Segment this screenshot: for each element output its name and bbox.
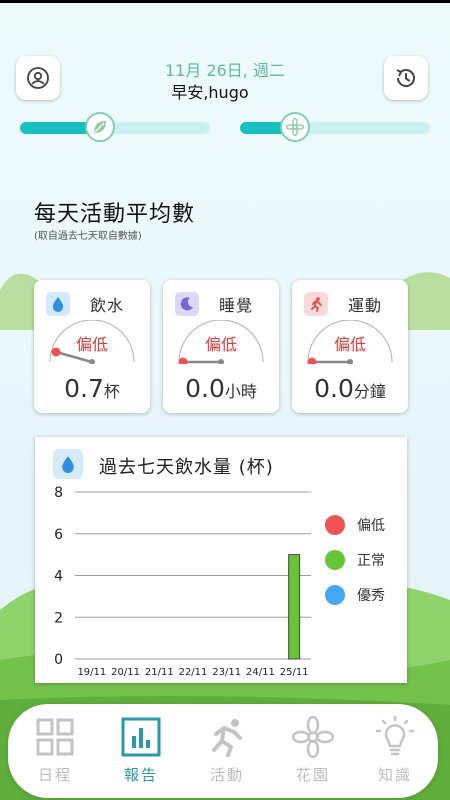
tab-label: 活動 xyxy=(209,766,244,784)
x-tick-label: 23/11 xyxy=(212,667,241,678)
tab-activity[interactable]: 活動 xyxy=(184,704,270,798)
y-tick-label: 0 xyxy=(54,652,63,668)
flower-progress-bar xyxy=(240,112,430,142)
tab-schedule[interactable]: 日程 xyxy=(12,704,98,798)
legend-dot xyxy=(325,550,345,570)
tab-knowledge[interactable]: 知識 xyxy=(352,704,438,798)
flower-icon xyxy=(285,117,305,137)
date-label: 11月 26日, 週二 xyxy=(165,61,285,80)
tab-label: 花園 xyxy=(295,766,330,784)
legend-item-excellent: 優秀 xyxy=(325,585,385,605)
leaf-progress-knob xyxy=(84,112,115,142)
legend-dot xyxy=(325,515,345,535)
section-title: 每天活動平均數 xyxy=(34,202,196,227)
stat-level: 偏低 xyxy=(204,335,237,354)
x-tick-label: 20/11 xyxy=(111,667,140,678)
tab-garden[interactable]: 花園 xyxy=(270,704,356,798)
stat-name: 運動 xyxy=(348,296,383,315)
legend-label: 偏低 xyxy=(357,518,385,534)
bar xyxy=(288,554,301,660)
section-subtitle: (取自過去七天取自數據) xyxy=(34,231,142,242)
grid-icon xyxy=(36,718,74,756)
legend-label: 優秀 xyxy=(357,588,385,604)
stat-name: 飲水 xyxy=(90,296,125,315)
tab-label: 日程 xyxy=(37,766,72,784)
runner-icon xyxy=(304,292,328,316)
leaf-icon xyxy=(93,121,106,133)
exercise-stat-card[interactable]: 運動 偏低 0.0分鐘 xyxy=(292,280,408,413)
x-tick-label: 24/11 xyxy=(246,667,275,678)
x-tick-label: 21/11 xyxy=(145,667,174,678)
x-tick-label: 22/11 xyxy=(179,667,208,678)
bottom-tab-bar: 日程 報告 活動 花園 知識 xyxy=(8,704,438,798)
stat-level: 偏低 xyxy=(333,335,366,354)
greeting-label: 早安,hugo xyxy=(171,83,249,102)
water-stat-card[interactable]: 飲水 偏低 0.7杯 xyxy=(34,280,150,413)
lightbulb-icon xyxy=(375,716,415,756)
legend-item-normal: 正常 xyxy=(325,550,385,570)
x-tick-label: 25/11 xyxy=(280,667,309,678)
runner-icon xyxy=(212,719,242,757)
leaf-progress-bar xyxy=(20,112,210,142)
tab-label: 知識 xyxy=(377,766,412,784)
stat-value: 0.0小時 xyxy=(185,374,257,403)
flower-icon xyxy=(292,716,334,758)
y-tick-label: 4 xyxy=(54,569,63,585)
moon-icon xyxy=(175,292,199,316)
sleep-stat-card[interactable]: 睡覺 偏低 0.0小時 xyxy=(163,280,279,413)
tab-report[interactable]: 報告 xyxy=(98,704,184,798)
tab-label: 報告 xyxy=(123,766,158,784)
stat-value: 0.0分鐘 xyxy=(314,374,386,403)
legend-item-low: 偏低 xyxy=(325,515,385,535)
bar-chart-icon xyxy=(121,717,161,757)
legend-label: 正常 xyxy=(357,553,385,569)
flower-progress-knob xyxy=(280,112,311,142)
y-tick-label: 2 xyxy=(54,610,63,626)
x-tick-label: 19/11 xyxy=(77,667,106,678)
stat-name: 睡覺 xyxy=(219,296,254,315)
stat-level: 偏低 xyxy=(75,335,108,354)
y-tick-label: 8 xyxy=(54,485,63,501)
stat-value: 0.7杯 xyxy=(64,374,120,403)
legend-dot xyxy=(325,585,345,605)
y-tick-label: 6 xyxy=(54,527,63,543)
water-drop-icon xyxy=(46,292,70,316)
water-chart-card: 過去七天飲水量 (杯) 0 2 4 6 8 19/11 20/11 21/11 22/11 23/… xyxy=(35,437,407,683)
